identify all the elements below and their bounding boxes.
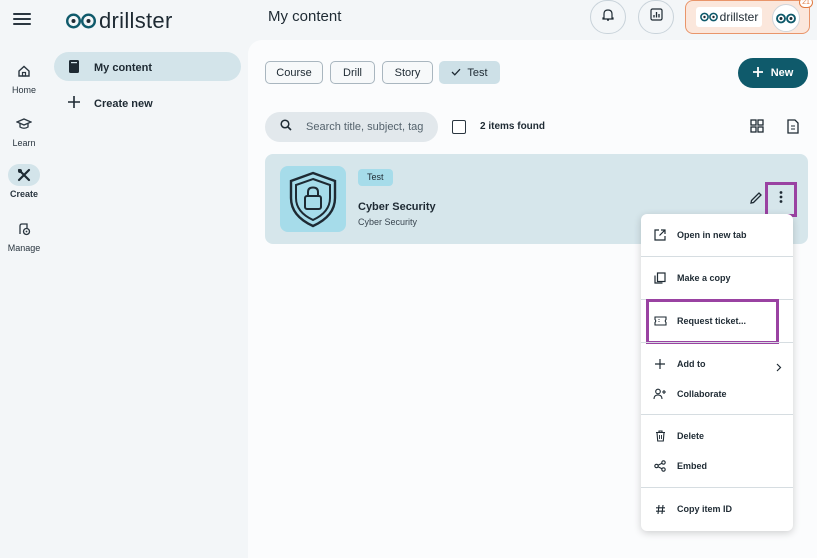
copy-icon — [653, 271, 667, 285]
sidebar-label-create-new: Create new — [94, 97, 153, 110]
request-ticket-highlight — [646, 299, 779, 344]
plus-icon — [68, 96, 80, 111]
list-view-icon[interactable] — [786, 119, 800, 139]
notifications-button[interactable] — [590, 0, 626, 34]
home-icon — [8, 60, 40, 82]
graduation-cap-icon — [8, 113, 40, 135]
items-found-count: 2 items found — [480, 121, 546, 132]
rail-label-learn: Learn — [12, 138, 36, 148]
menu-item-add-to[interactable]: Add to — [653, 357, 706, 371]
grid-view-icon[interactable] — [750, 119, 764, 138]
drillster-logo[interactable]: drillster — [66, 10, 173, 32]
org-name: drillster — [719, 10, 759, 24]
menu-item-delete[interactable]: Delete — [653, 429, 704, 443]
card-title[interactable]: Cyber Security — [358, 201, 436, 213]
context-menu — [641, 214, 793, 531]
sidebar-label-my-content: My content — [94, 62, 153, 74]
search-icon — [280, 118, 292, 136]
book-icon — [68, 59, 80, 77]
kebab-menu-icon — [779, 190, 783, 209]
filter-chip-test-label: Test — [467, 66, 488, 79]
card-subtitle: Cyber Security — [358, 217, 418, 227]
filter-chip-course[interactable]: Course — [265, 61, 323, 84]
rail-item-create[interactable]: Create — [0, 164, 48, 199]
filter-chip-test[interactable]: Test — [439, 61, 500, 84]
menu-divider — [641, 487, 793, 488]
avatar-eyes-icon — [776, 13, 796, 23]
menu-item-copy-item-id[interactable]: Copy item ID — [653, 502, 732, 516]
rail-label-manage: Manage — [7, 243, 41, 253]
share-icon — [653, 459, 667, 473]
hash-icon — [653, 502, 667, 516]
rail-item-manage[interactable]: Manage — [0, 218, 48, 253]
new-button-label: New — [770, 67, 794, 79]
menu-item-embed[interactable]: Embed — [653, 459, 707, 473]
plus-icon — [653, 357, 667, 371]
chevron-right-icon — [776, 359, 782, 377]
filter-chip-drill[interactable]: Drill — [330, 61, 375, 84]
page-title: My content — [268, 8, 342, 25]
hamburger-menu-icon[interactable] — [13, 13, 31, 27]
tools-icon — [8, 164, 40, 186]
rail-label-home: Home — [11, 85, 36, 95]
sidebar-item-create-new[interactable]: Create new — [68, 96, 153, 111]
content-type-badge: Test — [358, 169, 393, 186]
filter-chip-story[interactable]: Story — [382, 61, 433, 84]
menu-label-make-copy: Make a copy — [677, 273, 731, 283]
plus-icon — [752, 66, 763, 80]
notification-count-badge: 21 — [799, 0, 813, 8]
shield-lock-icon — [289, 171, 337, 228]
search-field[interactable] — [265, 112, 438, 142]
menu-label-collaborate: Collaborate — [677, 389, 727, 399]
sidebar-item-my-content[interactable]: My content — [68, 59, 152, 77]
chart-icon — [649, 8, 663, 26]
statistics-button[interactable] — [638, 0, 674, 34]
manage-settings-icon — [8, 218, 40, 240]
select-all-checkbox[interactable] — [452, 120, 466, 134]
more-options-button[interactable] — [765, 182, 797, 217]
menu-label-delete: Delete — [677, 431, 705, 441]
org-logo-eyes-icon — [699, 12, 718, 22]
menu-label-embed: Embed — [677, 461, 708, 471]
logo-text: drillster — [99, 8, 173, 33]
open-external-icon — [653, 228, 667, 242]
search-input[interactable] — [306, 121, 426, 133]
menu-item-make-copy[interactable]: Make a copy — [653, 271, 731, 285]
rail-item-home[interactable]: Home — [0, 60, 48, 95]
edit-pencil-icon[interactable] — [749, 191, 763, 210]
org-logo: drillster — [696, 7, 762, 27]
menu-label-add-to: Add to — [677, 359, 706, 369]
menu-item-open-new-tab[interactable]: Open in new tab — [653, 228, 747, 242]
trash-icon — [653, 429, 667, 443]
new-button[interactable]: New — [738, 58, 808, 88]
rail-label-create: Create — [9, 189, 38, 199]
logo-eyes-icon — [66, 13, 96, 29]
card-thumbnail — [280, 166, 346, 232]
menu-divider — [641, 342, 793, 343]
menu-label-open-new-tab: Open in new tab — [677, 230, 747, 240]
avatar[interactable] — [772, 4, 800, 32]
menu-divider — [641, 256, 793, 257]
menu-item-collaborate[interactable]: Collaborate — [653, 387, 727, 401]
check-icon — [451, 67, 461, 79]
add-person-icon — [653, 387, 667, 401]
nav-rail: Home Learn Create Manage — [0, 0, 48, 558]
rail-item-learn[interactable]: Learn — [0, 113, 48, 148]
bell-icon — [602, 8, 614, 27]
organization-switcher[interactable]: drillster 21 — [685, 0, 813, 34]
menu-divider — [641, 414, 793, 415]
menu-label-copy-item-id: Copy item ID — [677, 504, 733, 514]
